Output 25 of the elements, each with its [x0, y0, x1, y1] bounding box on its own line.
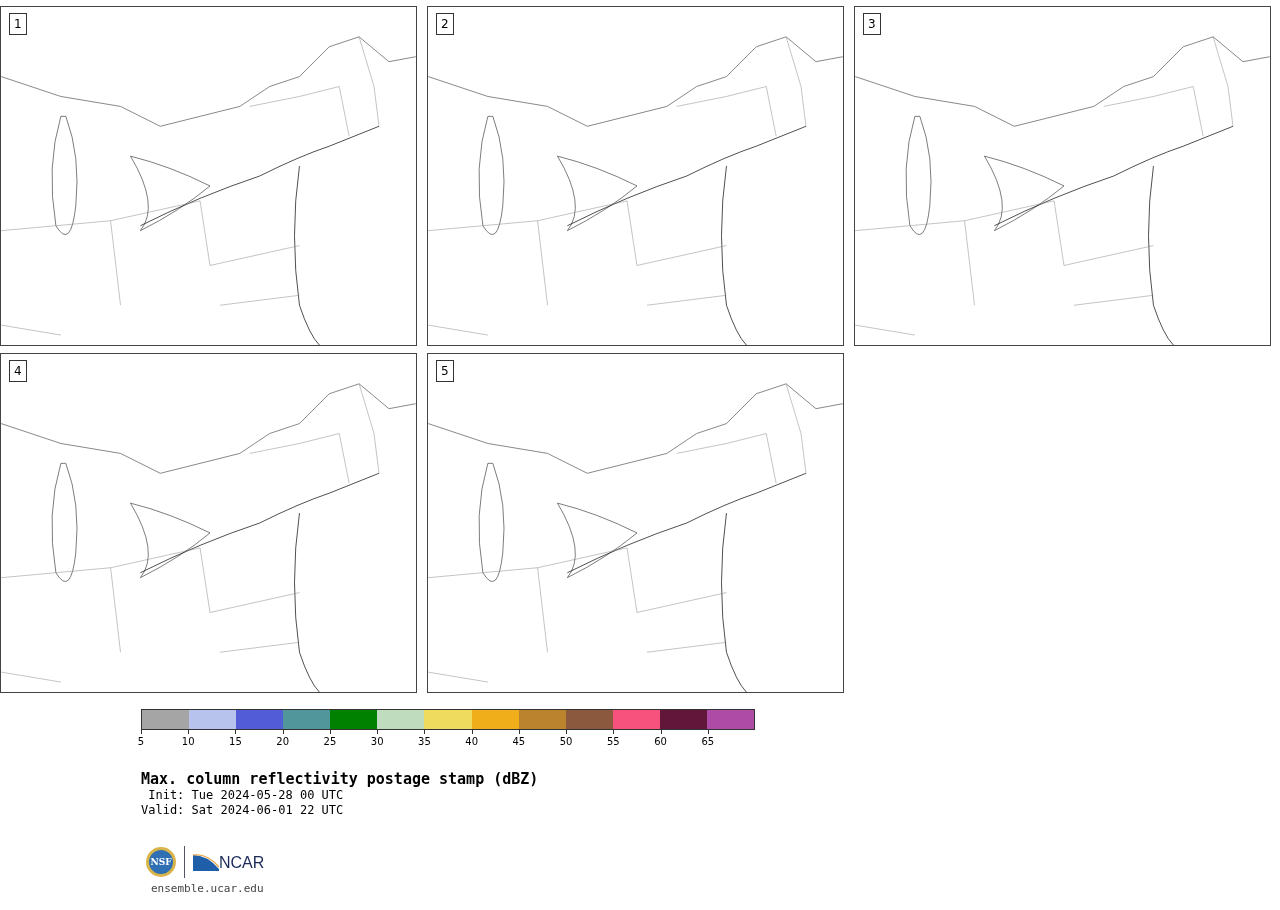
init-time: Init: Tue 2024-05-28 00 UTC: [147, 788, 345, 803]
valid-time: Valid: Sat 2024-06-01 22 UTC: [141, 803, 345, 818]
colorbar-tick-label: 50: [559, 736, 573, 748]
colorbar-tick-label: 60: [654, 736, 667, 748]
colorbar-tick-label: 20: [276, 736, 290, 748]
colorbar-tick-label: 40: [465, 736, 478, 748]
colorbar-tick-label: 25: [323, 736, 337, 748]
ncar-logo-text: NCAR: [219, 855, 265, 871]
nsf-logo: NSF: [146, 847, 176, 877]
colorbar-tick-label: 15: [229, 736, 242, 748]
panel-number: 3: [863, 13, 881, 35]
panel-number: 4: [9, 360, 27, 382]
panel-number: 2: [436, 13, 454, 35]
chart-title: Max. column reflectivity postage stamp (dBZ): [141, 770, 540, 788]
site-url: ensemble.ucar.edu: [151, 882, 265, 895]
panel-number: 1: [9, 13, 27, 35]
swoosh-icon: [193, 853, 219, 871]
panel-number: 5: [436, 360, 454, 382]
colorbar-tick-label: 55: [607, 736, 620, 748]
colorbar-tick-label: 65: [701, 736, 715, 748]
colorbar-tick-label: 30: [370, 736, 384, 748]
colorbar-tick-label: 10: [181, 736, 195, 748]
colorbar-tick-label: 5: [137, 736, 145, 748]
colorbar-tick-label: 35: [418, 736, 431, 748]
colorbar-tick-label: 45: [512, 736, 526, 748]
